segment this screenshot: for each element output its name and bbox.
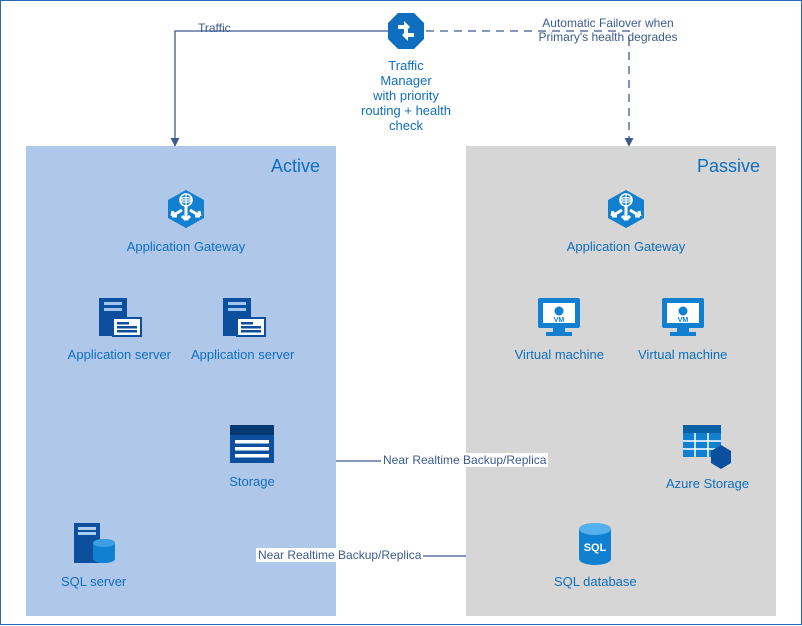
virtual-machine-node: VM Virtual machine xyxy=(515,294,604,362)
passive-region-title: Passive xyxy=(466,156,776,177)
application-server-node: Application server xyxy=(68,296,171,362)
active-storage-node: Storage xyxy=(226,421,278,489)
application-gateway-icon xyxy=(602,186,650,235)
svg-text:VM: VM xyxy=(677,317,688,324)
server-label: Application server xyxy=(68,347,171,362)
active-app-gateway-node: Application Gateway xyxy=(121,186,251,254)
passive-app-gateway-label: Application Gateway xyxy=(561,239,691,254)
edge-label-failover: Automatic Failover when Primary's health… xyxy=(523,16,693,44)
sql-database-node: SQL SQL database xyxy=(554,521,637,589)
azure-storage-icon xyxy=(681,421,735,472)
svg-text:SQL: SQL xyxy=(584,542,607,554)
storage-label: Storage xyxy=(226,474,278,489)
traffic-manager-label: Traffic Manager with priority routing + … xyxy=(361,58,451,133)
storage-icon xyxy=(226,421,278,470)
vm-icon: VM xyxy=(534,294,584,343)
sql-database-icon: SQL xyxy=(575,521,615,570)
active-region-title: Active xyxy=(26,156,336,177)
traffic-manager-icon xyxy=(386,11,426,54)
azure-storage-label: Azure Storage xyxy=(666,476,749,491)
active-sql-node: SQL server xyxy=(61,521,126,589)
traffic-manager-node: Traffic Manager with priority routing + … xyxy=(361,11,451,133)
server-icon xyxy=(219,296,267,343)
sql-database-label: SQL database xyxy=(554,574,637,589)
edge-label-storage-replica: Near Realtime Backup/Replica xyxy=(381,453,548,467)
passive-app-gateway-node: Application Gateway xyxy=(561,186,691,254)
edge-label-sql-replica: Near Realtime Backup/Replica xyxy=(256,548,423,562)
active-region: Active Application Gateway xyxy=(26,146,336,616)
virtual-machine-node: VM Virtual machine xyxy=(638,294,727,362)
application-gateway-icon xyxy=(162,186,210,235)
vm-pair: VM Virtual machine VM Virtual machine xyxy=(466,294,776,362)
edge-label-traffic: Traffic xyxy=(196,21,233,35)
vm-label: Virtual machine xyxy=(638,347,727,362)
application-server-node: Application server xyxy=(191,296,294,362)
active-server-pair: Application server Application server xyxy=(26,296,336,362)
passive-storage-node: Azure Storage xyxy=(666,421,749,491)
sql-server-label: SQL server xyxy=(61,574,126,589)
active-app-gateway-label: Application Gateway xyxy=(121,239,251,254)
svg-text:VM: VM xyxy=(554,317,565,324)
vm-icon: VM xyxy=(658,294,708,343)
sql-server-icon xyxy=(70,521,118,570)
vm-label: Virtual machine xyxy=(515,347,604,362)
server-icon xyxy=(95,296,143,343)
server-label: Application server xyxy=(191,347,294,362)
